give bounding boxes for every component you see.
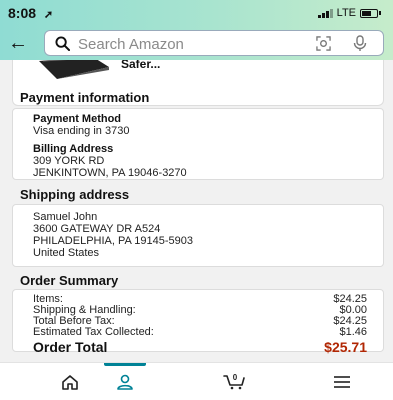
status-time: 8:08 ➚ [8, 5, 53, 21]
bottom-nav: 0 [0, 362, 393, 400]
signal-icon [317, 8, 333, 18]
search-box[interactable] [44, 30, 384, 56]
app-header: 8:08 ➚ LTE ← [0, 0, 393, 60]
microphone-icon[interactable] [353, 35, 367, 52]
shipping-street: 3600 GATEWAY DR A524 [33, 223, 161, 235]
shipping-country: United States [33, 247, 100, 259]
summary-label: Estimated Tax Collected: [33, 326, 154, 338]
shipping-city: PHILADELPHIA, PA 19145-5903 [33, 235, 194, 247]
order-total-value: $25.71 [324, 339, 367, 355]
billing-address-line: JENKINTOWN, PA 19046-3270 [33, 167, 187, 179]
battery-tip [379, 11, 381, 15]
status-time-text: 8:08 [8, 5, 37, 21]
search-icon [55, 36, 70, 51]
order-summary-card: Items: $24.25 Shipping & Handling: $0.00… [12, 289, 384, 355]
location-arrow-icon: ➚ [43, 9, 54, 21]
payment-method-value: Visa ending in 3730 [33, 125, 130, 137]
summary-row: Estimated Tax Collected: $1.46 [33, 327, 367, 338]
search-row: ← [0, 30, 393, 58]
search-input[interactable] [78, 35, 298, 53]
nav-account[interactable] [95, 363, 155, 400]
payment-section-title: Payment information [20, 90, 150, 105]
order-total-row: Order Total $25.71 [33, 340, 367, 355]
order-details: Safer... Payment information Payment Met… [0, 60, 393, 362]
network-label: LTE [336, 7, 356, 19]
product-title[interactable]: Safer... [121, 60, 160, 71]
nav-home[interactable] [40, 363, 100, 400]
product-image [39, 60, 109, 79]
payment-method-label: Payment Method [33, 113, 122, 125]
billing-address-label: Billing Address [33, 143, 114, 155]
order-summary-title: Order Summary [20, 273, 119, 288]
back-arrow-icon[interactable]: ← [8, 32, 28, 54]
payment-card: Payment Method Visa ending in 3730 Billi… [12, 108, 384, 180]
status-indicators: LTE [317, 7, 381, 19]
battery-icon [360, 8, 378, 18]
shipping-card: Samuel John 3600 GATEWAY DR A524 PHILADE… [12, 204, 384, 267]
home-icon [62, 375, 78, 390]
camera-scan-icon[interactable] [316, 36, 331, 51]
shipping-name: Samuel John [33, 211, 98, 223]
nav-menu[interactable] [312, 363, 372, 400]
billing-address-line: 309 YORK RD [33, 155, 105, 167]
nav-cart[interactable]: 0 [205, 363, 265, 400]
account-icon [117, 374, 133, 390]
status-bar: 8:08 ➚ LTE [0, 0, 393, 26]
summary-value: $1.46 [339, 326, 367, 338]
menu-icon [334, 376, 350, 388]
cart-count: 0 [233, 373, 238, 382]
order-total-label: Order Total [33, 339, 108, 355]
cart-icon: 0 [223, 373, 245, 390]
shipping-section-title: Shipping address [20, 187, 130, 202]
